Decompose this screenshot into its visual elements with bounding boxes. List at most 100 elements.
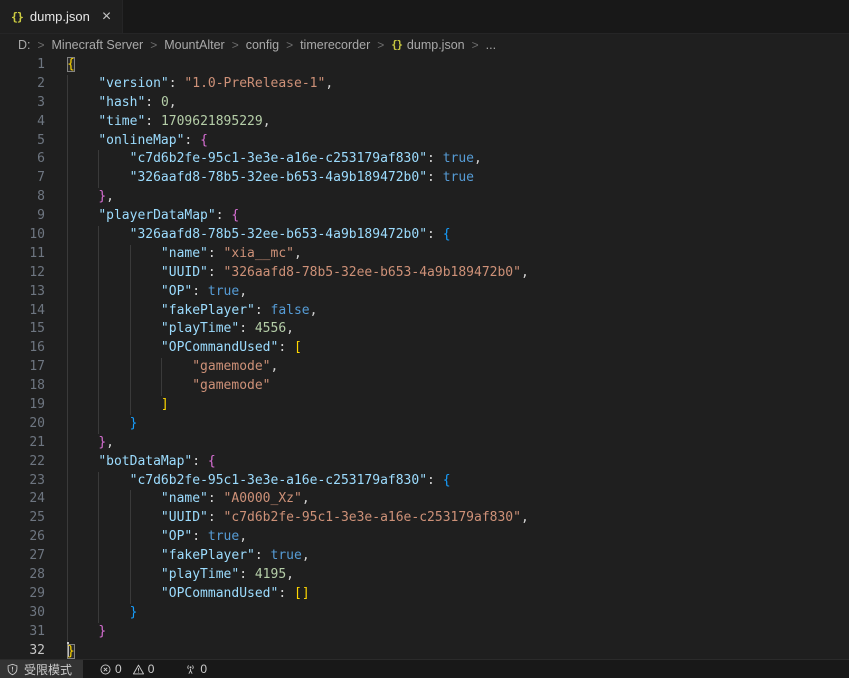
indent-guide [98, 150, 99, 169]
code-line-15[interactable]: 15 "playTime": 4556, [0, 320, 849, 339]
code-line-10[interactable]: 10 "326aafd8-78b5-32ee-b653-4a9b189472b0… [0, 226, 849, 245]
restricted-mode-button[interactable]: 受限模式 [0, 660, 83, 678]
line-number[interactable]: 13 [0, 283, 45, 302]
code-line-content: "326aafd8-78b5-32ee-b653-4a9b189472b0": … [67, 169, 849, 188]
indent-guide [130, 509, 131, 528]
code-line-3[interactable]: 3 "hash": 0, [0, 94, 849, 113]
line-number[interactable]: 5 [0, 132, 45, 151]
indentation [67, 548, 161, 563]
code-token: : [184, 133, 200, 148]
json-braces-icon: {} [11, 10, 23, 24]
indent-guide [98, 245, 99, 264]
code-line-18[interactable]: 18 "gamemode" [0, 377, 849, 396]
breadcrumb-item[interactable]: config [246, 38, 279, 52]
line-number[interactable]: 21 [0, 434, 45, 453]
line-number[interactable]: 24 [0, 490, 45, 509]
line-number[interactable]: 3 [0, 94, 45, 113]
code-line-4[interactable]: 4 "time": 1709621895229, [0, 113, 849, 132]
line-number[interactable]: 8 [0, 188, 45, 207]
code-line-5[interactable]: 5 "onlineMap": { [0, 132, 849, 151]
code-line-28[interactable]: 28 "playTime": 4195, [0, 566, 849, 585]
code-line-20[interactable]: 20 } [0, 415, 849, 434]
code-token: "UUID" [161, 510, 208, 525]
code-line-27[interactable]: 27 "fakePlayer": true, [0, 547, 849, 566]
line-number[interactable]: 32 [0, 642, 45, 660]
code-line-11[interactable]: 11 "name": "xia__mc", [0, 245, 849, 264]
tab-dump-json[interactable]: {} dump.json × [0, 0, 123, 33]
line-number[interactable]: 15 [0, 320, 45, 339]
line-number[interactable]: 28 [0, 566, 45, 585]
line-number[interactable]: 9 [0, 207, 45, 226]
indentation [67, 321, 161, 336]
line-number[interactable]: 11 [0, 245, 45, 264]
code-line-9[interactable]: 9 "playerDataMap": { [0, 207, 849, 226]
code-line-24[interactable]: 24 "name": "A0000_Xz", [0, 490, 849, 509]
line-number[interactable]: 18 [0, 377, 45, 396]
code-token: : [216, 208, 232, 223]
code-line-content: } [67, 623, 849, 642]
code-line-12[interactable]: 12 "UUID": "326aafd8-78b5-32ee-b653-4a9b… [0, 264, 849, 283]
line-number[interactable]: 22 [0, 453, 45, 472]
code-line-29[interactable]: 29 "OPCommandUsed": [] [0, 585, 849, 604]
code-token: { [443, 473, 451, 488]
line-number[interactable]: 29 [0, 585, 45, 604]
code-line-19[interactable]: 19 ] [0, 396, 849, 415]
line-number[interactable]: 12 [0, 264, 45, 283]
code-token: : [145, 95, 161, 110]
line-number[interactable]: 27 [0, 547, 45, 566]
indent-guide [98, 339, 99, 358]
breadcrumb-item[interactable]: {}dump.json [391, 38, 464, 52]
code-line-16[interactable]: 16 "OPCommandUsed": [ [0, 339, 849, 358]
ports-button[interactable]: 0 [176, 660, 215, 678]
line-number[interactable]: 30 [0, 604, 45, 623]
breadcrumb-item[interactable]: Minecraft Server [52, 38, 144, 52]
code-token: { [208, 454, 216, 469]
code-line-21[interactable]: 21 }, [0, 434, 849, 453]
code-token: : [208, 491, 224, 506]
code-token: : [427, 151, 443, 166]
code-line-23[interactable]: 23 "c7d6b2fe-95c1-3e3e-a16e-c253179af830… [0, 472, 849, 491]
code-line-13[interactable]: 13 "OP": true, [0, 283, 849, 302]
code-line-17[interactable]: 17 "gamemode", [0, 358, 849, 377]
code-line-31[interactable]: 31 } [0, 623, 849, 642]
code-line-2[interactable]: 2 "version": "1.0-PreRelease-1", [0, 75, 849, 94]
line-number[interactable]: 4 [0, 113, 45, 132]
line-number[interactable]: 16 [0, 339, 45, 358]
code-line-7[interactable]: 7 "326aafd8-78b5-32ee-b653-4a9b189472b0"… [0, 169, 849, 188]
line-number[interactable]: 14 [0, 302, 45, 321]
line-number[interactable]: 6 [0, 150, 45, 169]
line-number[interactable]: 17 [0, 358, 45, 377]
line-number[interactable]: 25 [0, 509, 45, 528]
line-number[interactable]: 19 [0, 396, 45, 415]
code-line-26[interactable]: 26 "OP": true, [0, 528, 849, 547]
breadcrumb-item[interactable]: D: [18, 38, 31, 52]
line-number[interactable]: 23 [0, 472, 45, 491]
indent-guide [130, 547, 131, 566]
breadcrumb-item[interactable]: MountAlter [164, 38, 224, 52]
code-line-32[interactable]: 32} [0, 642, 849, 660]
line-number[interactable]: 7 [0, 169, 45, 188]
line-number[interactable]: 31 [0, 623, 45, 642]
breadcrumb-item[interactable]: ... [486, 38, 496, 52]
line-number[interactable]: 20 [0, 415, 45, 434]
code-line-6[interactable]: 6 "c7d6b2fe-95c1-3e3e-a16e-c253179af830"… [0, 150, 849, 169]
code-line-1[interactable]: 1{ [0, 56, 849, 75]
code-token: , [294, 246, 302, 261]
line-number[interactable]: 26 [0, 528, 45, 547]
line-number[interactable]: 1 [0, 56, 45, 75]
code-line-8[interactable]: 8 }, [0, 188, 849, 207]
code-line-14[interactable]: 14 "fakePlayer": false, [0, 302, 849, 321]
code-line-content: "botDataMap": { [67, 453, 849, 472]
indent-guide [130, 283, 131, 302]
editor-code-area[interactable]: 1{2 "version": "1.0-PreRelease-1",3 "has… [0, 56, 849, 660]
line-number[interactable]: 10 [0, 226, 45, 245]
close-icon[interactable]: × [102, 9, 111, 25]
problems-button[interactable]: 0 0 [91, 660, 162, 678]
line-number[interactable]: 2 [0, 75, 45, 94]
code-line-30[interactable]: 30 } [0, 604, 849, 623]
code-line-22[interactable]: 22 "botDataMap": { [0, 453, 849, 472]
breadcrumb-item[interactable]: timerecorder [300, 38, 370, 52]
breadcrumb-label: Minecraft Server [52, 38, 144, 52]
code-line-content: "time": 1709621895229, [67, 113, 849, 132]
code-line-25[interactable]: 25 "UUID": "c7d6b2fe-95c1-3e3e-a16e-c253… [0, 509, 849, 528]
